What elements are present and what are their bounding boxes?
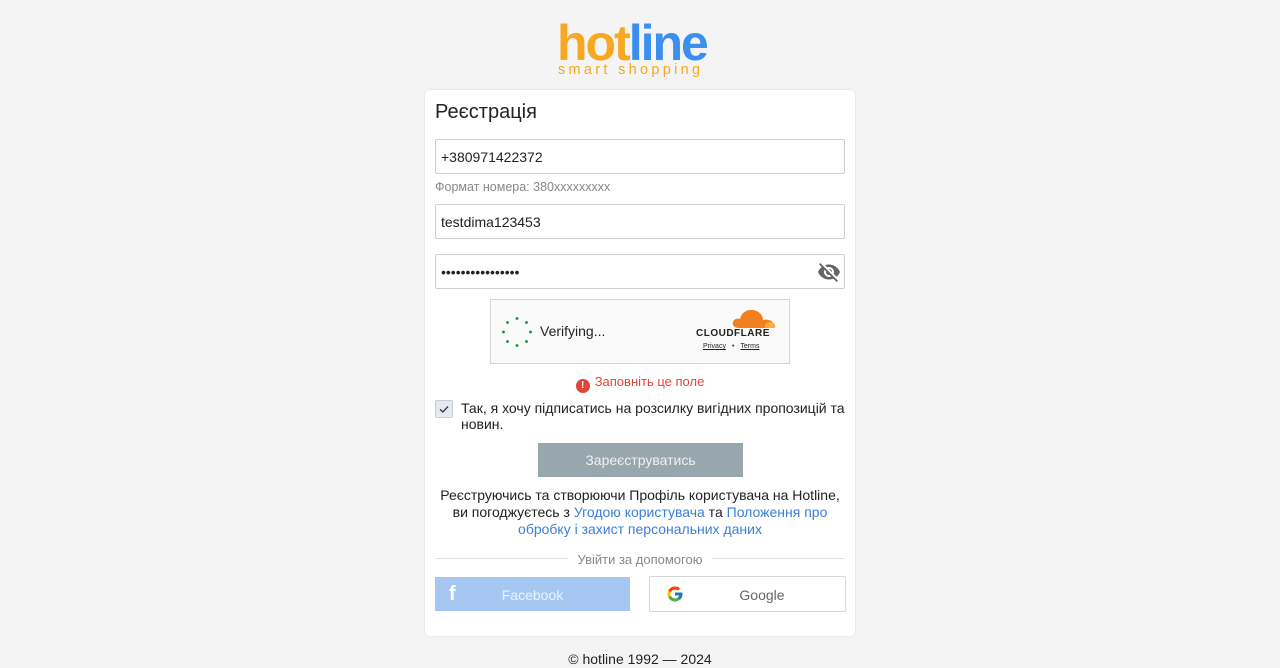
logo-tagline: smart shopping [558,62,704,78]
cloudflare-cloud-icon [732,309,776,328]
hotline-logo[interactable]: hotline smart shopping [557,18,725,80]
logo-wordmark: hotline [557,15,709,71]
password-input[interactable] [435,254,845,289]
error-text: Заповніть це поле [594,374,705,389]
register-button[interactable]: Зареєструватись [538,443,743,477]
page-title: Реєстрація [435,101,537,123]
terms-notice: Реєструючись та створюючи Профіль корист… [435,487,845,538]
footer-copyright: © hotline 1992 — 2024 [568,651,712,667]
newsletter-label: Так, я хочу підписатись на розсилку вигі… [461,400,845,432]
login-input[interactable] [435,204,845,239]
newsletter-checkbox[interactable] [435,400,453,418]
cloudflare-wordmark: CLOUDFLARE [696,328,770,339]
social-login-label: Увійти за допомогою [577,552,703,567]
captcha-links: Privacy • Terms [703,343,759,350]
captcha-status: Verifying... [540,323,606,339]
google-login-button[interactable]: Google [649,576,846,612]
facebook-label: Facebook [501,587,564,603]
user-agreement-link[interactable]: Угодою користувача [574,504,705,520]
terms-text-2: та [704,504,727,520]
checkmark-icon [439,406,449,413]
cloudflare-captcha-widget[interactable]: Verifying... CLOUDFLARE Privacy • Terms [490,299,790,364]
facebook-login-button[interactable]: f Facebook [435,577,630,611]
phone-format-hint: Формат номера: 380xxxxxxxxx [435,180,611,194]
eye-off-icon[interactable] [817,260,841,284]
phone-input[interactable] [435,139,845,174]
validation-error: ! Заповніть це поле [425,374,855,393]
captcha-privacy-link[interactable]: Privacy [703,343,726,350]
registration-card: Реєстрація Формат номера: 380xxxxxxxxx V… [425,90,855,636]
alert-icon: ! [575,379,590,393]
captcha-terms-link[interactable]: Terms [740,343,759,350]
loading-spinner-icon [502,317,532,347]
captcha-links-separator: • [731,343,735,350]
google-label: Google [739,587,785,603]
